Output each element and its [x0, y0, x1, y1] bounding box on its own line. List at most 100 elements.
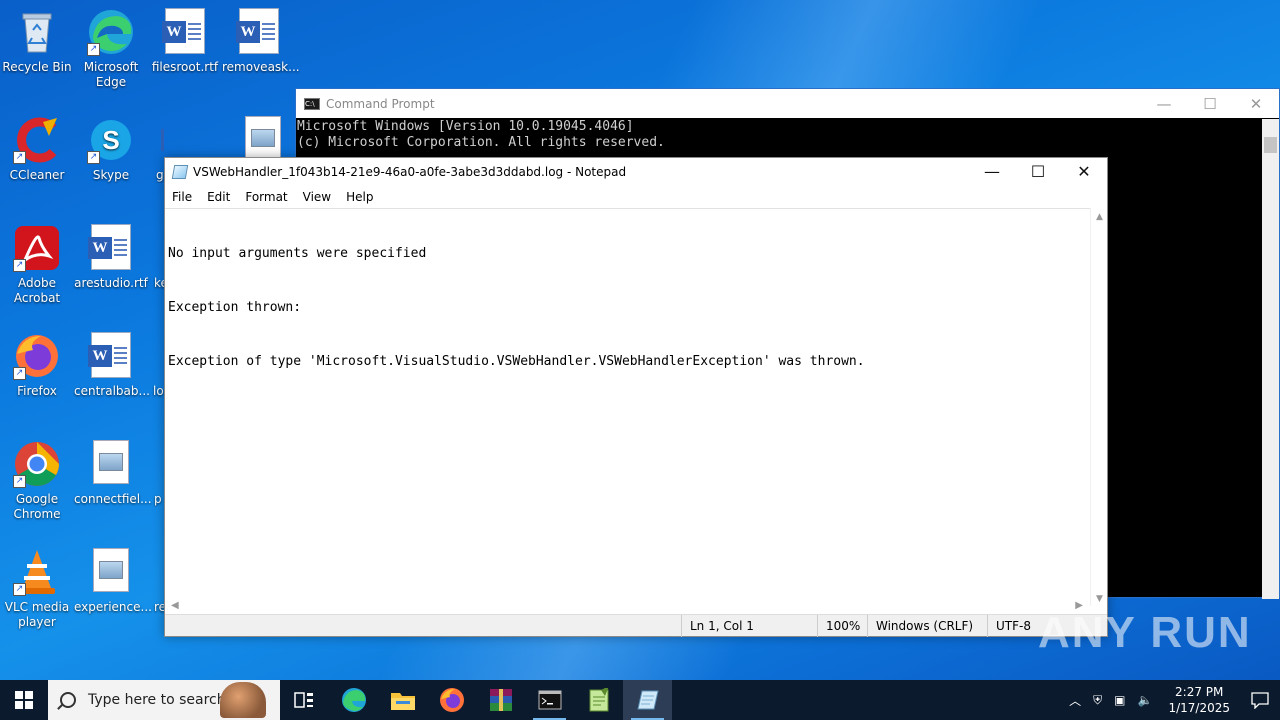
firefox-icon: ↗: [13, 332, 61, 380]
anyrun-watermark: ANY RUN: [1038, 608, 1252, 657]
menu-edit[interactable]: Edit: [200, 190, 238, 204]
scroll-left-icon[interactable]: ◀: [171, 600, 179, 611]
menu-format[interactable]: Format: [238, 190, 295, 204]
desktop-icon-partial-g[interactable]: W g: [148, 116, 164, 183]
desktop-icon-label: Adobe Acrobat: [13, 276, 61, 305]
desktop-icon-partial-ke[interactable]: ke: [148, 224, 164, 291]
desktop-icon-edge[interactable]: ↗ Microsoft Edge: [74, 8, 148, 90]
desktop-icon-label: connectfiel...: [74, 492, 152, 506]
desktop-icon-label: re: [154, 600, 164, 614]
image-file-icon: [148, 548, 164, 596]
edge-icon: ↗: [87, 8, 135, 56]
clock-date: 1/17/2025: [1168, 701, 1230, 715]
desktop-icon-label: Google Chrome: [13, 492, 61, 521]
desktop-icon-skype[interactable]: S ↗ Skype: [74, 116, 148, 183]
desktop-icon-adobe-acrobat[interactable]: ↗ Adobe Acrobat: [0, 224, 74, 306]
scroll-thumb[interactable]: [1264, 137, 1277, 153]
desktop-icon-ccleaner[interactable]: ↗ CCleaner: [0, 116, 74, 183]
taskbar-file-explorer[interactable]: [378, 680, 427, 720]
desktop-icon-label: CCleaner: [9, 168, 65, 182]
desktop-icon-partial-p[interactable]: p: [148, 440, 164, 507]
word-doc-icon: W: [87, 332, 135, 380]
tray-overflow-icon[interactable]: ︿: [1063, 692, 1087, 709]
word-doc-icon: W: [235, 8, 283, 56]
taskbar-clock[interactable]: 2:27 PM 1/17/2025: [1158, 684, 1240, 716]
desktop-icon-recycle-bin[interactable]: Recycle Bin: [0, 8, 74, 75]
desktop-icon-label: experience...: [74, 600, 152, 614]
minimize-button[interactable]: —: [969, 158, 1015, 186]
taskbar-firefox[interactable]: [427, 680, 476, 720]
notepad-menubar: File Edit Format View Help: [165, 186, 1107, 208]
desktop-icon-label: p: [154, 492, 162, 506]
desktop-icon-experience[interactable]: experience...: [74, 548, 152, 615]
notification-center-button[interactable]: [1240, 680, 1280, 720]
task-view-button[interactable]: [280, 680, 329, 720]
desktop-icon-firefox[interactable]: ↗ Firefox: [0, 332, 74, 399]
image-file-icon: [87, 440, 135, 488]
notepad-icon: [171, 165, 189, 179]
network-icon[interactable]: ▣: [1108, 693, 1131, 707]
desktop-icon-label: g: [156, 168, 164, 182]
notepad-horizontal-scrollbar[interactable]: ◀ ▶: [165, 598, 1091, 615]
notepadpp-icon: [589, 688, 608, 712]
menu-file[interactable]: File: [165, 190, 200, 204]
desktop-icon-filesroot[interactable]: W filesroot.rtf: [148, 8, 222, 75]
close-button[interactable]: ✕: [1061, 158, 1107, 186]
status-zoom: 100%: [817, 615, 867, 637]
search-icon: [60, 692, 76, 708]
scroll-down-icon[interactable]: ▼: [1091, 594, 1108, 604]
cmd-icon: C:\: [304, 97, 320, 110]
taskbar-search-box[interactable]: Type here to search: [48, 680, 280, 720]
desktop-icon-partial-lo[interactable]: lo: [148, 332, 164, 399]
cmd-titlebar[interactable]: C:\ Command Prompt — ☐ ✕: [296, 89, 1279, 118]
cmd-title: Command Prompt: [326, 96, 435, 111]
desktop-icon-chrome[interactable]: ↗ Google Chrome: [0, 440, 74, 522]
desktop-icon-connectfiel[interactable]: connectfiel...: [74, 440, 152, 507]
volume-icon[interactable]: 🔈: [1132, 693, 1159, 707]
desktop-icon-centralbab[interactable]: W centralbab...: [74, 332, 150, 399]
desktop-icon-label: removeask...: [222, 60, 300, 74]
file-explorer-icon: [390, 693, 415, 710]
word-doc-icon: W: [148, 116, 164, 164]
notepad-vertical-scrollbar[interactable]: ▲ ▼: [1090, 208, 1107, 606]
taskbar-notepadpp[interactable]: [574, 680, 623, 720]
vlc-icon: ↗: [13, 548, 61, 596]
security-icon[interactable]: ⛨: [1087, 693, 1108, 708]
minimize-button[interactable]: —: [1141, 95, 1187, 113]
desktop-icon-label: Recycle Bin: [2, 60, 72, 74]
cmd-scrollbar[interactable]: [1262, 119, 1279, 599]
text-line: No input arguments were specified: [168, 246, 427, 261]
shortcut-arrow-icon: ↗: [13, 367, 26, 380]
start-button[interactable]: [0, 680, 48, 720]
chrome-icon: ↗: [13, 440, 61, 488]
taskbar-cmd[interactable]: [525, 680, 574, 720]
word-doc-icon: W: [161, 8, 209, 56]
search-placeholder: Type here to search: [88, 692, 226, 708]
scroll-up-icon[interactable]: ▲: [1091, 212, 1108, 222]
notepad-window[interactable]: VSWebHandler_1f043b14-21e9-46a0-a0fe-3ab…: [164, 157, 1108, 637]
desktop-icon-arestudio[interactable]: W arestudio.rtf: [74, 224, 148, 291]
shortcut-arrow-icon: ↗: [13, 151, 26, 164]
notepad-text-area[interactable]: No input arguments were specified Except…: [165, 208, 1091, 606]
desktop-icon-vlc[interactable]: ↗ VLC media player: [0, 548, 74, 630]
taskbar-winrar[interactable]: [476, 680, 525, 720]
notepad-title: VSWebHandler_1f043b14-21e9-46a0-a0fe-3ab…: [193, 165, 627, 179]
close-button[interactable]: ✕: [1233, 95, 1279, 113]
shortcut-arrow-icon: ↗: [13, 583, 26, 596]
word-doc-icon: W: [87, 224, 135, 272]
desktop-icon-removeask[interactable]: W removeask...: [222, 8, 300, 75]
notification-icon: [1251, 692, 1269, 709]
maximize-button[interactable]: ☐: [1015, 158, 1061, 186]
taskbar-notepad[interactable]: [623, 680, 672, 720]
notepad-titlebar[interactable]: VSWebHandler_1f043b14-21e9-46a0-a0fe-3ab…: [165, 158, 1107, 186]
desktop-icon-label: arestudio.rtf: [74, 276, 148, 290]
taskbar-edge[interactable]: [329, 680, 378, 720]
shortcut-arrow-icon: ↗: [87, 151, 100, 164]
cmd-console[interactable]: Microsoft Windows [Version 10.0.19045.40…: [296, 118, 1279, 152]
menu-view[interactable]: View: [296, 190, 339, 204]
menu-help[interactable]: Help: [339, 190, 381, 204]
desktop-icon-partial-re[interactable]: re: [148, 548, 164, 615]
image-file-icon: [148, 440, 164, 488]
maximize-button[interactable]: ☐: [1187, 95, 1233, 113]
shortcut-arrow-icon: ↗: [13, 259, 26, 272]
